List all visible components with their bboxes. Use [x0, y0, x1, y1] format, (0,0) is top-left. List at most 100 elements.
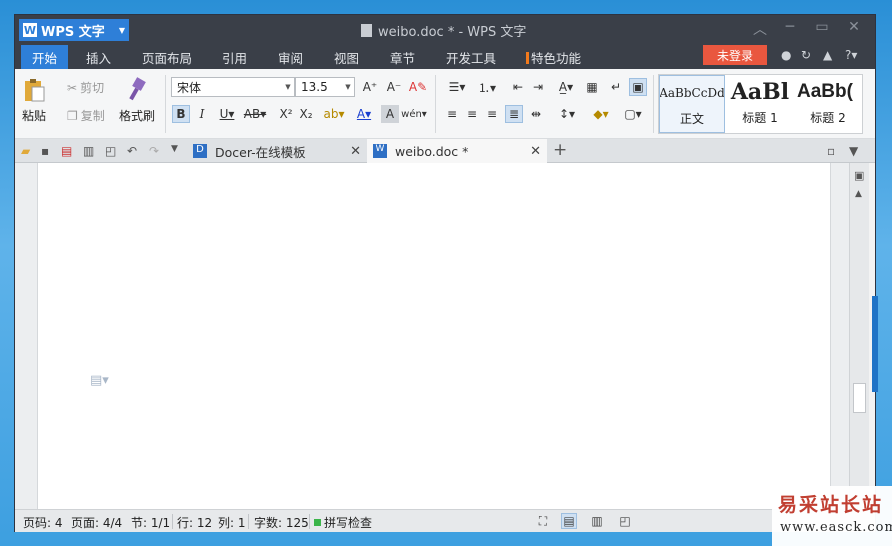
app-menu-button[interactable]: W WPS 文字 ▼	[19, 19, 129, 41]
web-view-icon[interactable]: ◰	[617, 513, 633, 529]
shrink-font-icon[interactable]: A⁻	[385, 78, 403, 96]
tab-references[interactable]: 引用	[213, 47, 256, 68]
align-left-icon[interactable]: ≡	[443, 105, 461, 123]
text-direction-icon[interactable]: A̲▾	[553, 78, 579, 96]
section-info[interactable]: 节: 1/1	[131, 514, 170, 531]
watermark: 易采站长站 www.easck.com	[772, 486, 892, 546]
feature-marker-icon	[526, 52, 529, 64]
new-tab-icon[interactable]: +	[553, 140, 567, 160]
export-pdf-icon[interactable]: ▤	[61, 144, 72, 158]
open-folder-icon[interactable]: ▰	[21, 144, 30, 158]
tab-view[interactable]: 视图	[325, 47, 368, 68]
collapse-icon[interactable]: ︿	[749, 19, 771, 39]
align-right-icon[interactable]: ≡	[483, 105, 501, 123]
login-button[interactable]: 未登录	[703, 45, 767, 65]
spell-check-button[interactable]: 拼写检查	[314, 514, 372, 531]
save-icon[interactable]: ▪	[41, 144, 49, 158]
redo-icon[interactable]: ↷	[149, 144, 159, 158]
strikethrough-icon[interactable]: AB▾	[241, 105, 269, 123]
tab-start[interactable]: 开始	[21, 45, 69, 70]
style-name: 标题 1	[742, 111, 778, 125]
subscript-icon[interactable]: X₂	[297, 105, 315, 123]
bullets-icon[interactable]: ☰▾	[443, 78, 471, 96]
font-name-select[interactable]: 宋体 ▼	[171, 77, 295, 97]
sync-icon[interactable]: ↻	[801, 48, 811, 62]
docer-icon: D	[193, 144, 207, 158]
numbering-icon[interactable]: ⒈▾	[473, 78, 501, 96]
customize-toolbar-icon[interactable]: ▼	[171, 144, 178, 154]
full-screen-icon[interactable]: ⛶	[535, 513, 551, 529]
phonetic-guide-icon[interactable]: wén▾	[401, 105, 427, 123]
tab-special-features[interactable]: 特色功能	[517, 47, 590, 68]
highlight-icon[interactable]: ab▾	[321, 105, 347, 123]
page-view-icon[interactable]: ▤	[561, 513, 577, 529]
paragraph-mark-icon[interactable]: ↵	[607, 78, 625, 96]
skin-icon[interactable]: ▲	[823, 48, 832, 62]
divider	[653, 75, 654, 133]
vertical-scrollbar[interactable]: ▣ ▲	[849, 163, 869, 509]
increase-indent-icon[interactable]: ⇥	[529, 78, 547, 96]
split-view-icon[interactable]: ▣	[854, 169, 864, 182]
tab-insert[interactable]: 插入	[77, 47, 120, 68]
scrollbar-thumb[interactable]	[853, 383, 866, 413]
spell-check-label: 拼写检查	[324, 516, 373, 530]
underline-icon[interactable]: U▾	[214, 105, 240, 123]
italic-icon[interactable]: I	[193, 105, 211, 123]
close-icon[interactable]: ✕	[350, 144, 361, 159]
page-count[interactable]: 页面: 4/4	[71, 514, 122, 531]
show-layout-icon[interactable]: ▣	[629, 78, 647, 96]
bold-icon[interactable]: B	[172, 105, 190, 123]
tab-weibo-doc[interactable]: W weibo.doc * ✕	[367, 139, 547, 163]
copy-button[interactable]: ❐ 复制	[67, 107, 105, 124]
font-size-select[interactable]: 13.5 ▼	[295, 77, 355, 97]
close-icon[interactable]: ✕	[530, 144, 541, 159]
tab-developer[interactable]: 开发工具	[437, 47, 505, 68]
app-window: W WPS 文字 ▼ weibo.doc * - WPS 文字 ︿ ─ ▭ ✕ …	[14, 14, 876, 532]
decrease-indent-icon[interactable]: ⇤	[509, 78, 527, 96]
borders-icon[interactable]: ▢▾	[619, 105, 647, 123]
font-size-value: 13.5	[301, 80, 328, 94]
font-color-icon[interactable]: A▾	[351, 105, 377, 123]
shading-icon[interactable]: ◆▾	[587, 105, 615, 123]
justify-icon[interactable]: ≣	[505, 105, 523, 123]
minimize-button[interactable]: ─	[779, 19, 801, 35]
desktop-side-bar	[872, 296, 878, 392]
print-preview-icon[interactable]: ◰	[105, 144, 116, 158]
tab-review[interactable]: 审阅	[269, 47, 312, 68]
tab-docer[interactable]: D Docer-在线模板 ✕	[187, 139, 367, 163]
format-painter-button[interactable]: 格式刷	[119, 77, 155, 124]
page-number[interactable]: 页码: 4	[23, 514, 63, 531]
print-icon[interactable]: ▥	[83, 144, 94, 158]
paste-button[interactable]: 粘贴	[21, 77, 47, 124]
outline-view-icon[interactable]: ▥	[589, 513, 605, 529]
undo-icon[interactable]: ↶	[127, 144, 137, 158]
paste-label: 粘贴	[21, 109, 46, 123]
style-heading-1[interactable]: AaBl 标题 1	[727, 75, 793, 133]
tab-weibo-doc-label: weibo.doc *	[395, 143, 469, 159]
app-name: WPS 文字	[41, 24, 105, 40]
maximize-button[interactable]: ▭	[811, 19, 833, 35]
table-icon[interactable]: ▦	[583, 78, 601, 96]
tab-menu-icon[interactable]: ▼	[849, 144, 858, 158]
scroll-up-icon[interactable]: ▲	[855, 189, 862, 199]
paragraph-options-icon[interactable]: ▤▾	[90, 373, 109, 388]
clear-format-icon[interactable]: A✎	[409, 78, 427, 96]
align-center-icon[interactable]: ≡	[463, 105, 481, 123]
line-spacing-icon[interactable]: ↕▾	[553, 105, 581, 123]
help-icon[interactable]: ?▾	[845, 48, 857, 62]
restore-panel-icon[interactable]: ▫	[827, 144, 835, 158]
cut-button[interactable]: ✂ 剪切	[67, 79, 104, 96]
style-heading-2[interactable]: AaBb( 标题 2	[793, 75, 862, 133]
document-page[interactable]: ▤▾	[37, 163, 831, 509]
style-name: 正文	[679, 112, 704, 126]
cloud-icon[interactable]: ●	[781, 48, 791, 62]
superscript-icon[interactable]: X²	[277, 105, 295, 123]
grow-font-icon[interactable]: A⁺	[361, 78, 379, 96]
tab-chapter[interactable]: 章节	[381, 47, 424, 68]
char-shading-icon[interactable]: A	[381, 105, 399, 123]
distribute-icon[interactable]: ⇹	[527, 105, 545, 123]
style-normal[interactable]: AaBbCcDd 正文	[659, 75, 725, 133]
close-button[interactable]: ✕	[843, 19, 865, 35]
tab-page-layout[interactable]: 页面布局	[133, 47, 201, 68]
word-count[interactable]: 字数: 125	[254, 514, 309, 531]
